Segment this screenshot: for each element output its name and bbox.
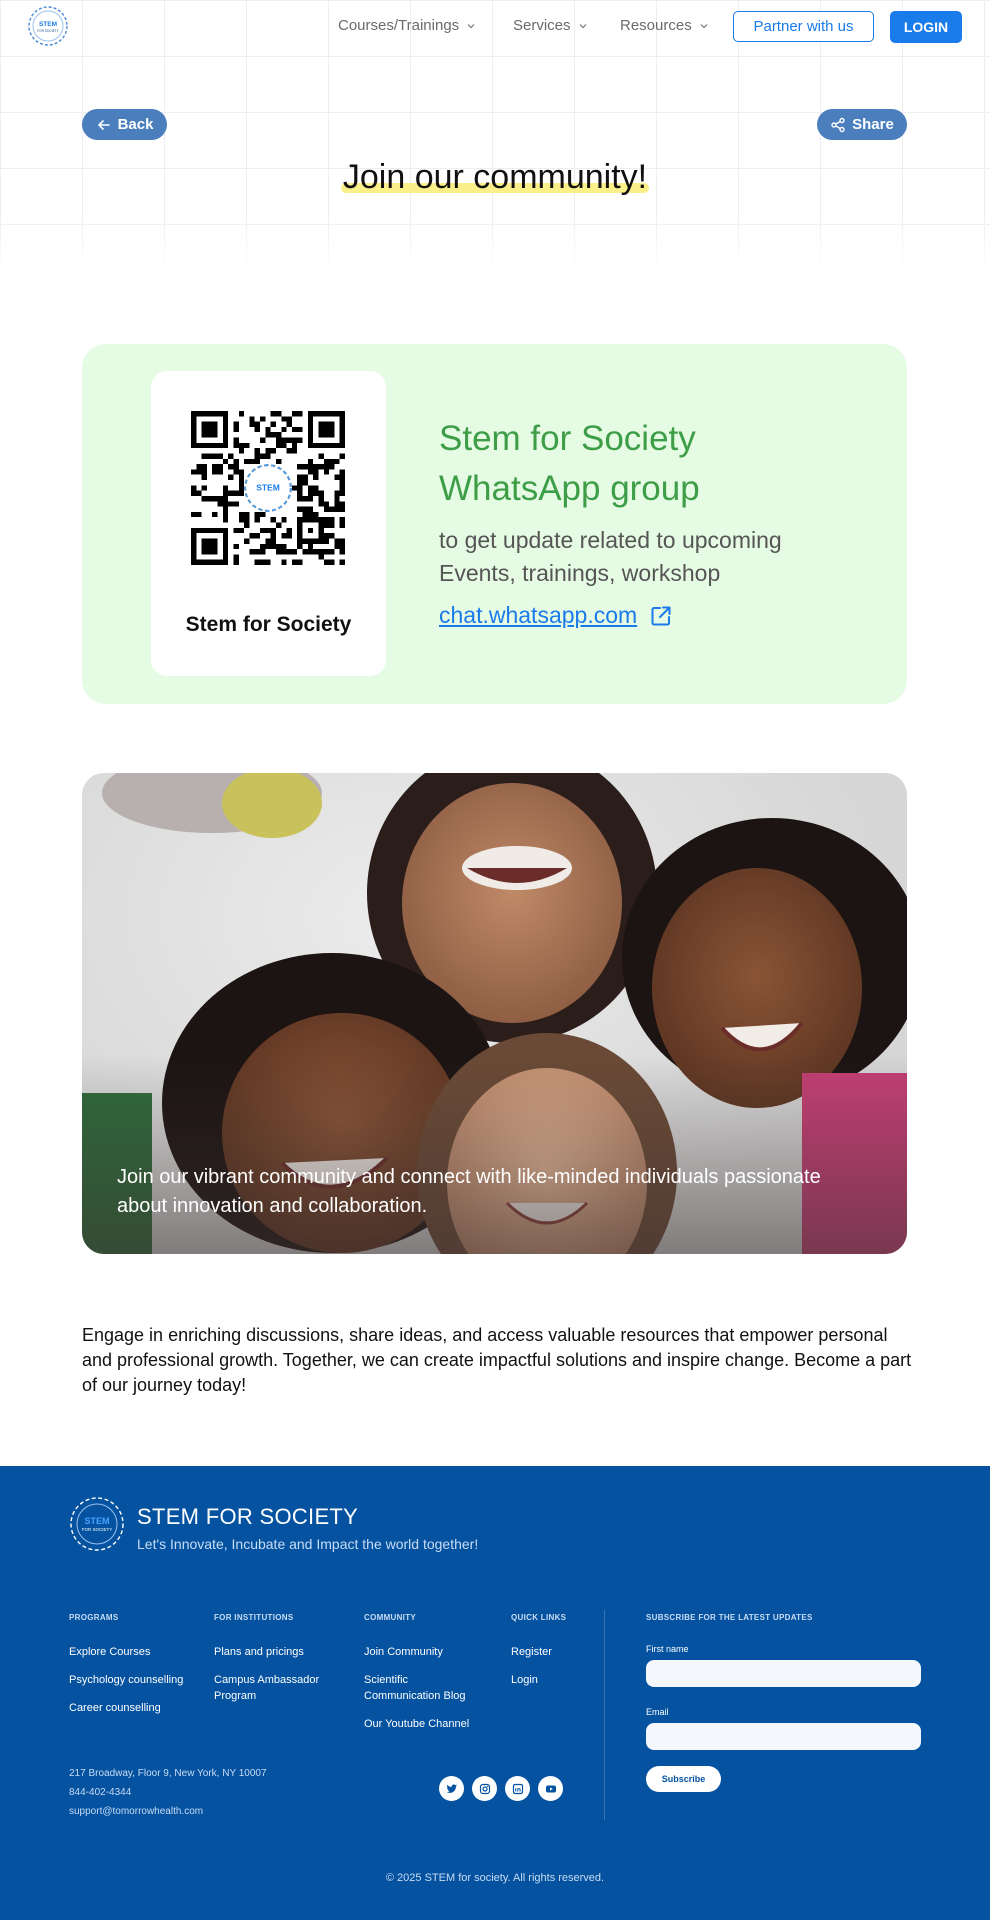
whatsapp-link[interactable]: chat.whatsapp.com — [439, 602, 673, 629]
page-title: Join our community! — [340, 158, 650, 196]
email-input[interactable] — [646, 1723, 921, 1750]
back-label: Back — [117, 116, 154, 133]
footer-email[interactable]: support@tomorrowhealth.com — [69, 1802, 267, 1821]
subscribe-form: SUBSCRIBE FOR THE LATEST UPDATES First n… — [646, 1613, 921, 1770]
back-button[interactable]: Back — [82, 109, 167, 140]
login-button[interactable]: LOGIN — [890, 11, 962, 43]
qr-code-box: STEM Stem for Society — [151, 371, 386, 676]
chevron-down-icon — [579, 23, 586, 28]
arrow-left-icon — [97, 119, 110, 130]
partner-with-us-button[interactable]: Partner with us — [733, 11, 874, 42]
footer-column-community: COMMUNITY Join Community Scientific Comm… — [364, 1613, 484, 1744]
top-navbar: STEM FOR SOCIETY Courses/Trainings Servi… — [0, 0, 990, 54]
whatsapp-qr-code: STEM — [191, 411, 345, 565]
footer-column-institutions: FOR INSTITUTIONS Plans and pricings Camp… — [214, 1613, 339, 1716]
share-icon — [831, 117, 845, 132]
footer-link[interactable]: Join Community — [364, 1644, 484, 1660]
chevron-down-icon — [700, 23, 708, 28]
footer-link[interactable]: Plans and pricings — [214, 1644, 339, 1660]
footer-link[interactable]: Campus Ambassador Program — [214, 1672, 339, 1704]
share-button[interactable]: Share — [817, 109, 907, 140]
footer-contact: 217 Broadway, Floor 9, New York, NY 1000… — [69, 1764, 267, 1821]
footer-tagline: Let's Innovate, Incubate and Impact the … — [137, 1536, 479, 1552]
share-label: Share — [852, 116, 894, 133]
external-link-icon — [651, 606, 671, 625]
svg-text:STEM: STEM — [256, 483, 280, 493]
footer-column-heading: FOR INSTITUTIONS — [214, 1613, 294, 1622]
logo-text-bottom: FOR SOCIETY — [37, 29, 59, 33]
footer-link[interactable]: Career counselling — [69, 1700, 199, 1716]
whatsapp-group-subtitle: to get update related to upcoming Events… — [439, 527, 782, 586]
page-title-wrap: Join our community! — [0, 158, 990, 197]
whatsapp-group-card: STEM Stem for Society Stem for Society W… — [82, 344, 907, 704]
footer-link[interactable]: Our Youtube Channel — [364, 1716, 484, 1732]
first-name-label: First name — [646, 1644, 689, 1654]
whatsapp-group-title: Stem for Society WhatsApp group — [439, 419, 700, 508]
social-links — [439, 1776, 563, 1801]
nav-services-label: Services — [513, 17, 571, 34]
footer-link[interactable]: Register — [511, 1644, 591, 1660]
linkedin-icon[interactable] — [505, 1776, 530, 1801]
footer-link[interactable]: Login — [511, 1672, 591, 1688]
photo-gradient-overlay — [82, 1054, 907, 1254]
community-photo-card: Join our vibrant community and connect w… — [82, 773, 907, 1254]
footer-divider — [604, 1610, 605, 1820]
nav-services[interactable]: Services — [513, 17, 587, 34]
qr-caption: Stem for Society — [185, 613, 352, 636]
footer-column-heading: COMMUNITY — [364, 1613, 417, 1622]
footer-column-heading: QUICK LINKS — [511, 1613, 567, 1622]
twitter-icon[interactable] — [439, 1776, 464, 1801]
first-name-input[interactable] — [646, 1660, 921, 1687]
footer-logo-text-top: STEM — [84, 1516, 109, 1526]
footer-address: 217 Broadway, Floor 9, New York, NY 1000… — [69, 1768, 267, 1779]
subscribe-button[interactable]: Subscribe — [646, 1766, 721, 1792]
footer-link[interactable]: Explore Courses — [69, 1644, 199, 1660]
nav-courses-label: Courses/Trainings — [338, 17, 460, 34]
youtube-icon[interactable] — [538, 1776, 563, 1801]
nav-resources-label: Resources — [620, 17, 692, 34]
subscribe-heading: SUBSCRIBE FOR THE LATEST UPDATES — [646, 1613, 813, 1622]
photo-caption: Join our vibrant community and connect w… — [117, 1166, 821, 1217]
footer-link[interactable]: Psychology counselling — [69, 1672, 199, 1688]
footer-column-heading: PROGRAMS — [69, 1613, 119, 1622]
chevron-down-icon — [467, 23, 475, 28]
site-logo[interactable]: STEM FOR SOCIETY — [27, 5, 69, 47]
instagram-icon[interactable] — [472, 1776, 497, 1801]
nav-resources[interactable]: Resources — [620, 17, 708, 34]
nav-courses-trainings[interactable]: Courses/Trainings — [338, 17, 475, 34]
footer-link[interactable]: Scientific Communication Blog — [364, 1672, 484, 1704]
logo-text-top: STEM — [39, 21, 57, 28]
footer-column-quick-links: QUICK LINKS Register Login — [511, 1613, 591, 1700]
footer-phone[interactable]: 844-402-4344 — [69, 1783, 267, 1802]
whatsapp-link-text: chat.whatsapp.com — [439, 602, 638, 628]
email-label: Email — [646, 1707, 669, 1717]
copyright: © 2025 STEM for society. All rights rese… — [385, 1872, 605, 1884]
site-footer: STEM FOR SOCIETY STEM FOR SOCIETY Let's … — [0, 1466, 990, 1920]
footer-column-programs: PROGRAMS Explore Courses Psychology coun… — [69, 1613, 199, 1728]
footer-logo[interactable]: STEM FOR SOCIETY — [69, 1496, 125, 1552]
footer-logo-text-bottom: FOR SOCIETY — [82, 1527, 113, 1532]
community-description: Engage in enriching discussions, share i… — [82, 1325, 912, 1395]
footer-brand: STEM FOR SOCIETY — [137, 1504, 359, 1529]
